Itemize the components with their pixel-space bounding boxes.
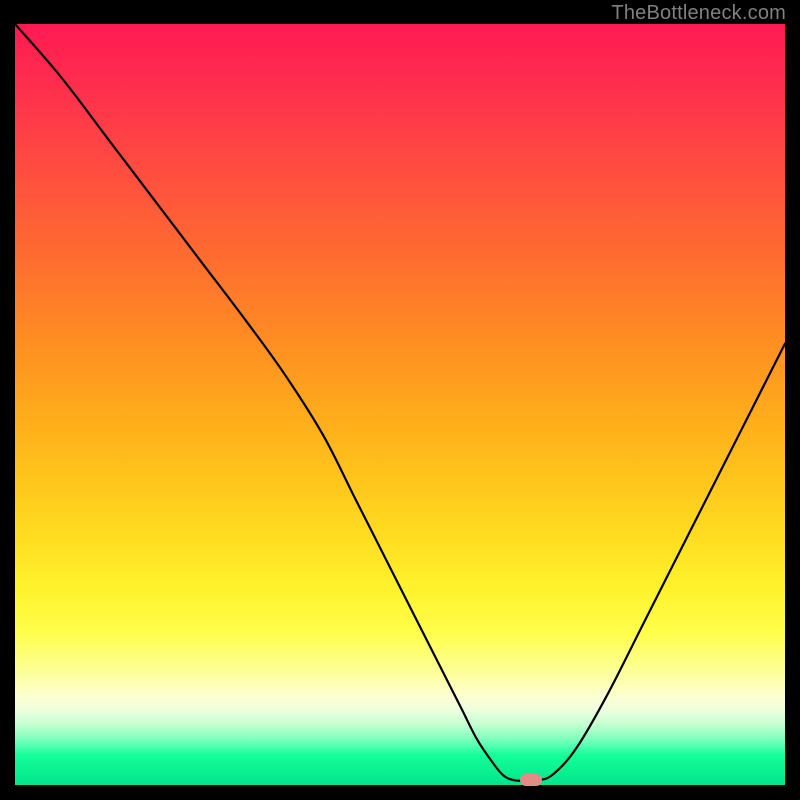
- optimal-point-marker: [520, 774, 542, 786]
- bottleneck-curve: [15, 24, 785, 785]
- watermark-text: TheBottleneck.com: [611, 2, 786, 25]
- chart-container: TheBottleneck.com: [0, 0, 800, 800]
- plot-area: [15, 24, 785, 785]
